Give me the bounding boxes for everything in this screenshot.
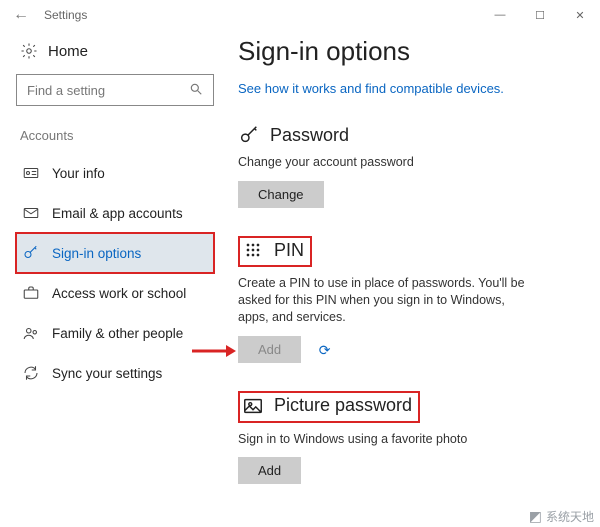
card-icon [22,164,40,182]
sidebar-item-email-accounts[interactable]: Email & app accounts [16,193,214,233]
sidebar-item-family-people[interactable]: Family & other people [16,313,214,353]
change-password-button[interactable]: Change [238,181,324,208]
sidebar-home[interactable]: Home [20,42,214,60]
compat-devices-link[interactable]: See how it works and find compatible dev… [238,81,580,96]
sidebar-nav: Your info Email & app accounts Sign-in o… [16,153,214,393]
section-password: Password Change your account password Ch… [238,124,580,208]
close-button[interactable]: ✕ [560,0,600,30]
gear-icon [20,42,38,60]
pin-desc: Create a PIN to use in place of password… [238,275,528,326]
sidebar-item-access-work-school[interactable]: Access work or school [16,273,214,313]
sidebar: Home Find a setting Accounts Your info E… [0,30,230,527]
watermark: ◩ 系统天地 [529,508,594,525]
sidebar-item-label: Sign-in options [52,246,141,261]
sidebar-section-label: Accounts [20,128,214,143]
page-title: Sign-in options [238,36,580,67]
picture-heading-text: Picture password [274,395,412,416]
password-desc: Change your account password [238,154,528,171]
sidebar-item-label: Your info [52,166,105,181]
add-picture-password-button[interactable]: Add [238,457,301,484]
section-pin: PIN Create a PIN to use in place of pass… [238,236,580,363]
window-title: Settings [44,8,87,22]
search-placeholder: Find a setting [27,83,105,98]
section-picture-password: Picture password Sign in to Windows usin… [238,391,580,485]
password-heading: Password [238,124,580,146]
picture-heading: Picture password [242,395,412,417]
minimize-button[interactable]: — [480,0,520,30]
annotation-highlight-picture: Picture password [238,391,420,423]
sidebar-item-label: Access work or school [52,286,186,301]
mail-icon [22,204,40,222]
sync-icon [22,364,40,382]
main-content: Sign-in options See how it works and fin… [230,30,600,527]
sidebar-item-your-info[interactable]: Your info [16,153,214,193]
picture-desc: Sign in to Windows using a favorite phot… [238,431,528,448]
keypad-icon [242,240,264,260]
people-icon [22,324,40,342]
sidebar-item-label: Email & app accounts [52,206,183,221]
picture-icon [242,395,264,417]
key-icon [22,244,40,262]
briefcase-icon [22,284,40,302]
back-button[interactable]: ← [6,6,36,24]
maximize-button[interactable]: ☐ [520,0,560,30]
search-input[interactable]: Find a setting [16,74,214,106]
search-icon [189,82,203,99]
watermark-text: 系统天地 [546,508,594,525]
pin-heading: PIN [242,240,304,261]
add-pin-button[interactable]: Add [238,336,301,363]
pin-heading-text: PIN [274,240,304,261]
sidebar-item-signin-options[interactable]: Sign-in options [16,233,214,273]
window-controls: — ☐ ✕ [480,0,600,30]
sidebar-item-label: Sync your settings [52,366,162,381]
sidebar-home-label: Home [48,43,88,60]
title-bar: ← Settings — ☐ ✕ [0,0,600,30]
loading-spinner-icon: ⟳ [319,342,331,359]
sidebar-item-label: Family & other people [52,326,183,341]
password-heading-text: Password [270,125,349,146]
annotation-highlight-pin: PIN [238,236,312,267]
sidebar-item-sync-settings[interactable]: Sync your settings [16,353,214,393]
watermark-logo-icon: ◩ [529,508,542,525]
key-icon [238,124,260,146]
